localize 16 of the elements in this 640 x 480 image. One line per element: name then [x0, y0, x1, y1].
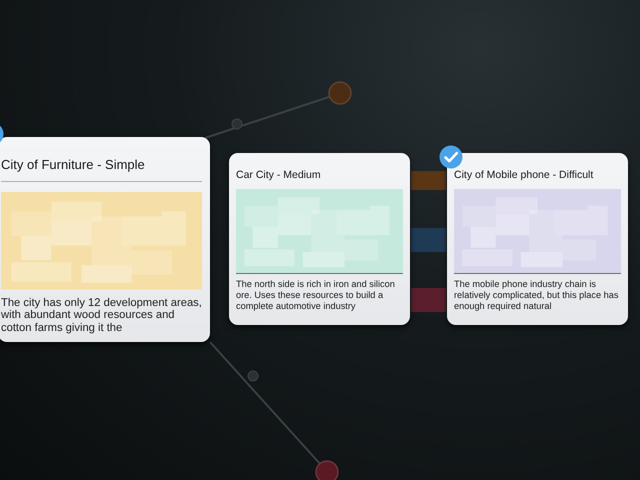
card-description: The city has only 12 development areas, with abundant wood resources and cotton farms giving it the [1, 296, 202, 334]
level-card[interactable]: Car City - Medium The north side is rich in iron and silicon ore. Uses these resources to build a complete automotive industry [229, 153, 410, 325]
card-title: Car City - Medium [236, 169, 322, 181]
card-description: The mobile phone industry chain is relatively complicated, but this place has enough required natural [454, 279, 620, 312]
level-card[interactable]: City of Furniture - Simple The city has only 12 development areas, with abundant wood resources and cotton farms giving it the [0, 137, 210, 342]
card-description: The north side is rich in iron and silicon ore. Uses these resources to build a complete automotive industry [236, 279, 396, 312]
map-node[interactable] [315, 460, 339, 480]
background-tab[interactable] [411, 228, 446, 252]
card-title: City of Furniture - Simple [1, 157, 202, 182]
map-node[interactable] [328, 81, 352, 105]
background-tab[interactable] [411, 171, 446, 190]
background-tab[interactable] [411, 288, 446, 312]
card-title: City of Mobile phone - Difficult [454, 169, 594, 181]
level-card[interactable]: City of Mobile phone - Difficult The mobile phone industry chain is relatively complicated, but this place has enough required natural [447, 153, 628, 325]
map-node[interactable] [232, 118, 242, 130]
map-node[interactable] [248, 370, 258, 382]
